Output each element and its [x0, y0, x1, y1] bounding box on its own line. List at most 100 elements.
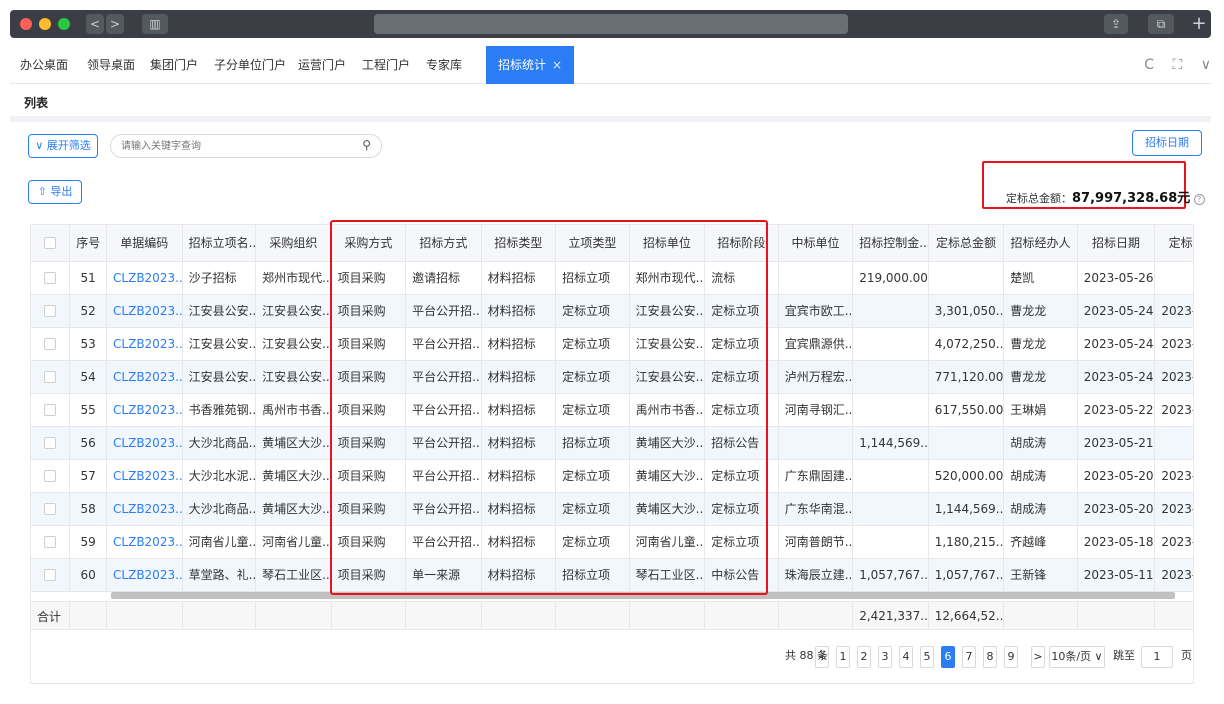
row-checkbox[interactable]: [44, 569, 57, 581]
tab-group-portal[interactable]: 集团门户: [150, 46, 198, 84]
row-checkbox[interactable]: [44, 371, 57, 383]
cell-document-code[interactable]: CLZB2023...: [106, 360, 183, 394]
tab-operation-portal[interactable]: 运营门户: [298, 46, 346, 84]
address-bar[interactable]: [374, 14, 848, 34]
page-button[interactable]: 8: [983, 646, 997, 668]
prev-page-button[interactable]: <: [815, 646, 829, 668]
table-row[interactable]: 51 CLZB2023... 沙子招标 郑州市现代... 项目采购 邀请招标 材料招标 招标立…: [31, 261, 1193, 295]
row-checkbox[interactable]: [44, 503, 57, 515]
tab-overview-icon[interactable]: ⧉: [1148, 14, 1174, 34]
column-header[interactable]: 招标立项名...: [182, 225, 257, 262]
share-icon[interactable]: ⇪: [1104, 14, 1128, 34]
tab-office-desktop[interactable]: 办公桌面: [20, 46, 68, 84]
page-button[interactable]: 5: [920, 646, 934, 668]
page-button[interactable]: 6: [941, 646, 955, 668]
table-row[interactable]: 52 CLZB2023... 江安县公安... 江安县公安... 项目采购 平台公开招..…: [31, 294, 1193, 328]
column-header[interactable]: 招标日期: [1077, 225, 1156, 262]
row-select-cell[interactable]: [31, 327, 71, 361]
column-header[interactable]: 定标总金额: [928, 225, 1005, 262]
row-select-cell[interactable]: [31, 393, 71, 427]
row-select-cell[interactable]: [31, 294, 71, 328]
cell-document-code[interactable]: CLZB2023...: [106, 261, 183, 295]
column-header[interactable]: 立项类型: [555, 225, 630, 262]
row-checkbox[interactable]: [44, 470, 57, 482]
cell-document-code[interactable]: CLZB2023...: [106, 492, 183, 526]
page-button[interactable]: 7: [962, 646, 976, 668]
forward-icon[interactable]: >: [106, 14, 124, 34]
column-header[interactable]: 招标类型: [481, 225, 557, 262]
new-tab-button[interactable]: +: [1187, 10, 1211, 38]
cell-document-code[interactable]: CLZB2023...: [106, 558, 183, 592]
column-header[interactable]: 采购组织: [255, 225, 332, 262]
column-header[interactable]: 定标日期: [1154, 225, 1193, 262]
cell-document-code[interactable]: CLZB2023...: [106, 426, 183, 460]
page-button[interactable]: 9: [1004, 646, 1018, 668]
sidebar-toggle-icon[interactable]: ▥: [142, 14, 168, 34]
column-header[interactable]: 招标方式: [405, 225, 482, 262]
row-select-cell[interactable]: [31, 426, 71, 460]
expand-filter-button[interactable]: ∨ 展开筛选: [28, 134, 98, 158]
tab-subunit-portal[interactable]: 子分单位门户: [214, 46, 286, 84]
select-all-header[interactable]: [31, 225, 71, 262]
column-header[interactable]: 中标单位: [778, 225, 854, 262]
column-header[interactable]: 采购方式: [331, 225, 407, 262]
row-checkbox[interactable]: [44, 305, 57, 317]
cell-document-code[interactable]: CLZB2023...: [106, 327, 183, 361]
minimize-window-button[interactable]: [39, 18, 51, 30]
page-button[interactable]: 4: [899, 646, 913, 668]
tab-leader-desktop[interactable]: 领导桌面: [87, 46, 135, 84]
column-header[interactable]: 序号: [69, 225, 108, 262]
tab-engineering-portal[interactable]: 工程门户: [362, 46, 410, 84]
table-row[interactable]: 54 CLZB2023... 江安县公安... 江安县公安... 项目采购 平台公开招..…: [31, 360, 1193, 394]
table-row[interactable]: 58 CLZB2023... 大沙北商品... 黄埔区大沙... 项目采购 平台公开招..…: [31, 492, 1193, 526]
column-header[interactable]: 招标控制金...: [852, 225, 929, 262]
table-row[interactable]: 57 CLZB2023... 大沙北水泥... 黄埔区大沙... 项目采购 平台公开招..…: [31, 459, 1193, 493]
cell-document-code[interactable]: CLZB2023...: [106, 294, 183, 328]
row-select-cell[interactable]: [31, 492, 71, 526]
tab-bid-statistics[interactable]: 招标统计 ×: [486, 46, 575, 84]
jump-page-input[interactable]: 1: [1141, 646, 1173, 668]
horizontal-scrollbar[interactable]: [111, 592, 1175, 599]
cell-document-code[interactable]: CLZB2023...: [106, 393, 183, 427]
bid-date-button[interactable]: 招标日期: [1132, 130, 1202, 156]
column-header[interactable]: 招标单位: [629, 225, 706, 262]
refresh-icon[interactable]: C: [1144, 57, 1154, 73]
row-select-cell[interactable]: [31, 360, 71, 394]
back-icon[interactable]: <: [86, 14, 104, 34]
more-tabs-icon[interactable]: ∨: [1201, 57, 1211, 73]
table-row[interactable]: 59 CLZB2023... 河南省儿童... 河南省儿童... 项目采购 平台公开招..…: [31, 525, 1193, 559]
page-button[interactable]: 2: [857, 646, 871, 668]
row-checkbox[interactable]: [44, 338, 57, 350]
page-button[interactable]: 3: [878, 646, 892, 668]
tab-expert-library[interactable]: 专家库: [426, 46, 462, 84]
row-checkbox[interactable]: [44, 437, 57, 449]
close-window-button[interactable]: [20, 18, 32, 30]
select-all-checkbox[interactable]: [44, 237, 57, 250]
help-icon[interactable]: ?: [1193, 193, 1205, 205]
row-select-cell[interactable]: [31, 459, 71, 493]
fullscreen-icon[interactable]: ⛶: [1172, 57, 1182, 73]
page-button[interactable]: 1: [836, 646, 850, 668]
row-select-cell[interactable]: [31, 558, 71, 592]
column-header[interactable]: 单据编码: [106, 225, 183, 262]
table-row[interactable]: 55 CLZB2023... 书香雅苑钢... 禹州市书香... 项目采购 平台公开招..…: [31, 393, 1193, 427]
row-checkbox[interactable]: [44, 404, 57, 416]
maximize-window-button[interactable]: [58, 18, 70, 30]
cell-document-code[interactable]: CLZB2023...: [106, 525, 183, 559]
column-header[interactable]: 招标经办人: [1003, 225, 1078, 262]
page-size-select[interactable]: 10条/页 ∨: [1049, 646, 1105, 668]
row-checkbox[interactable]: [44, 272, 57, 284]
row-select-cell[interactable]: [31, 261, 71, 295]
search-icon[interactable]: ⚲: [362, 138, 371, 152]
next-page-button[interactable]: >: [1031, 646, 1045, 668]
row-select-cell[interactable]: [31, 525, 71, 559]
row-checkbox[interactable]: [44, 536, 57, 548]
search-input[interactable]: [121, 137, 341, 155]
table-row[interactable]: 56 CLZB2023... 大沙北商品... 黄埔区大沙... 项目采购 平台公开招..…: [31, 426, 1193, 460]
close-tab-icon[interactable]: ×: [552, 58, 562, 72]
column-header[interactable]: 招标阶段: [704, 225, 779, 262]
cell-document-code[interactable]: CLZB2023...: [106, 459, 183, 493]
table-row[interactable]: 60 CLZB2023... 草堂路、礼... 琴石工业区... 项目采购 单一来源 材料招…: [31, 558, 1193, 592]
table-row[interactable]: 53 CLZB2023... 江安县公安... 江安县公安... 项目采购 平台公开招..…: [31, 327, 1193, 361]
export-button[interactable]: ⇧ 导出: [28, 180, 82, 204]
